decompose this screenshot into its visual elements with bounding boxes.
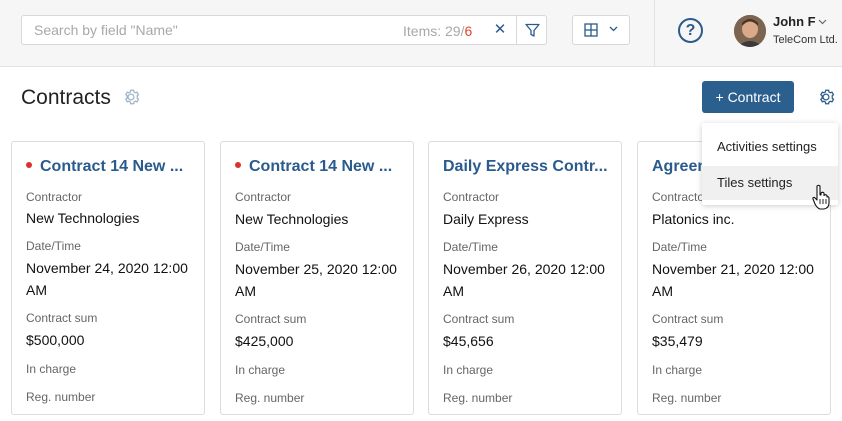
sum-label: Contract sum — [26, 311, 98, 325]
contract-title-link[interactable]: Contract 14 New ... — [235, 158, 405, 176]
reg-number-label: Reg. number — [652, 391, 722, 405]
sum-label: Contract sum — [652, 312, 724, 326]
clear-search-button[interactable]: ✕ — [490, 20, 510, 40]
header-divider — [654, 0, 655, 66]
in-charge-label: In charge — [26, 362, 77, 376]
menu-item-activities-settings[interactable]: Activities settings — [702, 130, 838, 164]
contractor-label: Contractor — [443, 190, 500, 204]
contractor-label: Contractor — [235, 190, 292, 204]
contractor-value: New Technologies — [235, 211, 349, 227]
search-box: Items: 29/6 ✕ — [21, 15, 547, 45]
user-name[interactable]: John F — [773, 14, 816, 29]
items-total: Items: 29 — [403, 23, 461, 39]
contract-title[interactable]: Contract 14 New ... — [249, 158, 392, 175]
contract-title-link[interactable]: Contract 14 New ... — [26, 158, 196, 176]
sum-value: $35,479 — [652, 333, 703, 349]
top-bar: Items: 29/6 ✕ ? John F TeleCom Ltd. — [0, 0, 842, 67]
avatar[interactable] — [734, 15, 766, 47]
datetime-value: November 25, 2020 12:00 AM — [235, 261, 397, 299]
contractor-value: Platonics inc. — [652, 211, 735, 227]
datetime-value: November 21, 2020 12:00 AM — [652, 261, 814, 299]
view-switcher-button[interactable] — [572, 15, 630, 45]
contractor-value: Daily Express — [443, 211, 529, 227]
search-input[interactable] — [34, 22, 374, 38]
sum-value: $425,000 — [235, 333, 294, 349]
chevron-down-icon[interactable] — [818, 19, 827, 25]
in-charge-label: In charge — [235, 363, 286, 377]
sum-value: $45,656 — [443, 333, 494, 349]
datetime-label: Date/Time — [443, 240, 498, 254]
status-dot-icon — [26, 161, 32, 168]
grid-view-icon — [584, 23, 598, 37]
datetime-value: November 26, 2020 12:00 AM — [443, 261, 605, 299]
contractor-label: Contractor — [652, 190, 709, 204]
close-icon: ✕ — [493, 21, 507, 38]
user-company: TeleCom Ltd. — [773, 34, 838, 46]
sum-label: Contract sum — [235, 312, 307, 326]
items-selected: 6 — [464, 23, 473, 39]
contract-tile[interactable]: Contract 14 New ... Contractor New Techn… — [220, 141, 414, 415]
question-icon: ? — [685, 22, 696, 39]
hand-cursor-icon — [812, 184, 830, 210]
contractor-label: Contractor — [26, 190, 83, 204]
help-button[interactable]: ? — [678, 18, 703, 43]
contract-tile[interactable]: Daily Express Contr... Contractor Daily … — [428, 141, 622, 415]
sum-label: Contract sum — [443, 312, 515, 326]
reg-number-label: Reg. number — [443, 391, 513, 405]
status-dot-icon — [235, 161, 241, 168]
in-charge-label: In charge — [652, 363, 703, 377]
contract-title[interactable]: Contract 14 New ... — [40, 158, 183, 175]
filter-icon — [525, 23, 540, 37]
items-counter: Items: 29/6 — [403, 23, 472, 39]
gear-icon[interactable] — [816, 87, 836, 107]
add-contract-button[interactable]: + Contract — [702, 81, 794, 113]
filter-button[interactable] — [516, 16, 548, 44]
in-charge-label: In charge — [443, 363, 494, 377]
reg-number-label: Reg. number — [235, 391, 305, 405]
datetime-label: Date/Time — [652, 240, 707, 254]
datetime-label: Date/Time — [235, 240, 290, 254]
gear-icon[interactable] — [121, 87, 141, 107]
user-photo-icon — [734, 15, 766, 47]
chevron-down-icon — [609, 26, 618, 32]
contractor-value: New Technologies — [26, 210, 140, 226]
datetime-label: Date/Time — [26, 239, 81, 253]
contract-title-link[interactable]: Daily Express Contr... — [443, 158, 613, 176]
sum-value: $500,000 — [26, 332, 85, 348]
datetime-value: November 24, 2020 12:00 AM — [26, 260, 188, 298]
contract-tile[interactable]: Contract 14 New ... Contractor New Techn… — [11, 141, 205, 415]
reg-number-label: Reg. number — [26, 390, 96, 404]
page-title: Contracts — [21, 86, 111, 109]
